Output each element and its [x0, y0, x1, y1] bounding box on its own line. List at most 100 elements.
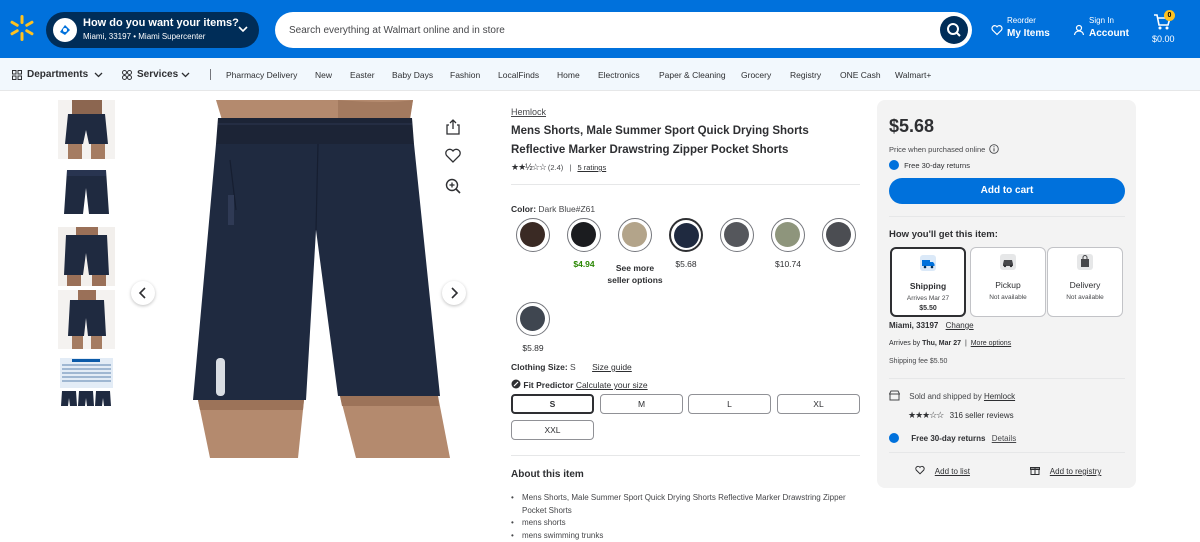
- user-icon: [1073, 24, 1085, 36]
- delivery-option[interactable]: Delivery Not available: [1047, 247, 1123, 317]
- thumbnail-5-size-chart[interactable]: [58, 356, 115, 415]
- more-options-link[interactable]: More options: [971, 340, 1011, 347]
- size-value: S: [570, 362, 576, 372]
- fit-predictor-row: Fit Predictor Calculate your size: [511, 379, 648, 390]
- seller-reviews: 316 seller reviews: [949, 411, 1014, 420]
- size-label: Clothing Size:: [511, 362, 568, 372]
- how-you-get-heading: How you'll get this item:: [889, 229, 998, 240]
- ratings-link[interactable]: 5 ratings: [577, 163, 606, 172]
- thumbnail-1[interactable]: [58, 100, 115, 159]
- next-image-button[interactable]: [442, 281, 466, 305]
- walmart-spark-logo[interactable]: [8, 14, 36, 42]
- nav-link-baby-days[interactable]: Baby Days: [392, 70, 433, 80]
- list-item: mens swimming trunks: [511, 530, 851, 542]
- color-swatch[interactable]: [567, 218, 601, 252]
- add-to-list-button[interactable]: Add to list: [915, 465, 970, 476]
- location-picker[interactable]: How do you want your items? Miami, 33197…: [46, 12, 259, 48]
- services-menu[interactable]: Services: [137, 69, 178, 80]
- size-option-s[interactable]: S: [511, 394, 594, 414]
- add-to-list-label: Add to list: [934, 467, 970, 476]
- color-value: Dark Blue#Z61: [538, 204, 596, 214]
- nav-link-new[interactable]: New: [315, 70, 332, 80]
- main-product-image[interactable]: [188, 100, 459, 458]
- nav-link-grocery[interactable]: Grocery: [741, 70, 771, 80]
- cart-count-badge: 0: [1164, 10, 1175, 21]
- search-input[interactable]: [289, 21, 929, 39]
- search-button[interactable]: [940, 16, 968, 44]
- nav-link-paper-cleaning[interactable]: Paper & Cleaning: [659, 70, 726, 80]
- sold-by-prefix: Sold and shipped by: [909, 392, 982, 401]
- chevron-down-icon: [238, 26, 248, 33]
- free-returns-row: Free 30-day returns: [889, 160, 970, 170]
- add-to-registry-button[interactable]: Add to registry: [1030, 465, 1101, 476]
- size-option-xxl[interactable]: XXL: [511, 420, 594, 440]
- nav-link-home[interactable]: Home: [557, 70, 580, 80]
- account-label: Account: [1089, 28, 1129, 39]
- returns-details-link[interactable]: Details: [992, 434, 1016, 443]
- seller-link[interactable]: Hemlock: [984, 392, 1015, 401]
- color-swatch[interactable]: [822, 218, 856, 252]
- sold-by-row: Sold and shipped by Hemlock: [888, 390, 1015, 401]
- about-this-item-heading: About this item: [511, 469, 584, 480]
- divider: [889, 378, 1125, 379]
- my-items-label: My Items: [1007, 28, 1050, 39]
- nav-link-one-cash[interactable]: ONE Cash: [840, 70, 881, 80]
- returns-row: Free 30-day returns Details: [889, 433, 1016, 443]
- reorder-my-items[interactable]: Reorder My Items: [991, 16, 1061, 44]
- price: $5.68: [889, 116, 935, 136]
- store-icon: [888, 390, 901, 401]
- swatch-price: $10.74: [775, 259, 801, 269]
- delivery-location-row: Miami, 33197 Change: [889, 321, 974, 330]
- location-title: How do you want your items?: [83, 17, 239, 29]
- brand-link[interactable]: Hemlock: [511, 107, 546, 117]
- change-location-link[interactable]: Change: [946, 321, 974, 330]
- color-swatch[interactable]: [618, 218, 652, 252]
- previous-image-button[interactable]: [131, 281, 155, 305]
- favorite-button[interactable]: [443, 146, 463, 166]
- returns-icon: [889, 160, 899, 170]
- size-option-xl[interactable]: XL: [777, 394, 860, 414]
- size-option-l[interactable]: L: [688, 394, 771, 414]
- color-swatch[interactable]: [516, 302, 550, 336]
- shipping-truck-icon: [920, 255, 936, 271]
- arrival-row: Arrives by Thu, Mar 27 | More options: [889, 340, 1012, 347]
- zoom-button[interactable]: [443, 176, 463, 196]
- nav-link-easter[interactable]: Easter: [350, 70, 375, 80]
- location-subtitle: Miami, 33197 • Miami Supercenter: [83, 32, 206, 41]
- color-swatch-selected[interactable]: [669, 218, 703, 252]
- nav-link-walmart-plus[interactable]: Walmart+: [895, 70, 931, 80]
- color-swatch[interactable]: [720, 218, 754, 252]
- nav-link-localfinds[interactable]: LocalFinds: [498, 70, 539, 80]
- shipping-option[interactable]: Shipping Arrives Mar 27 $5.50: [890, 247, 966, 317]
- nav-link-fashion[interactable]: Fashion: [450, 70, 480, 80]
- delivery-location: Miami, 33197: [889, 321, 939, 330]
- share-button[interactable]: [443, 117, 463, 137]
- color-swatch[interactable]: [771, 218, 805, 252]
- size-guide-link[interactable]: Size guide: [592, 362, 632, 372]
- departments-menu[interactable]: Departments: [27, 69, 88, 80]
- add-to-cart-button[interactable]: Add to cart: [889, 178, 1125, 204]
- services-icon: [122, 70, 132, 80]
- color-swatch[interactable]: [516, 218, 550, 252]
- pickup-option[interactable]: Pickup Not available: [970, 247, 1046, 317]
- thumbnail-2[interactable]: [58, 164, 115, 223]
- about-bullets: Mens Shorts, Male Summer Sport Quick Dry…: [511, 492, 851, 542]
- size-option-m[interactable]: M: [600, 394, 683, 414]
- price-note-row: Price when purchased online: [889, 144, 1000, 154]
- calculate-size-link[interactable]: Calculate your size: [576, 380, 648, 390]
- cart-total[interactable]: $0.00: [1152, 34, 1175, 44]
- top-header: How do you want your items? Miami, 33197…: [0, 0, 1200, 58]
- info-icon[interactable]: [989, 144, 1000, 154]
- nav-link-pharmacy-delivery[interactable]: Pharmacy Delivery: [226, 70, 297, 80]
- thumbnail-4[interactable]: [58, 290, 115, 349]
- thumbnail-3[interactable]: [58, 227, 115, 286]
- chevron-down-icon: [181, 72, 190, 78]
- nav-link-electronics[interactable]: Electronics: [598, 70, 640, 80]
- returns-label: Free 30-day returns: [911, 434, 986, 443]
- list-item: Mens Shorts, Male Summer Sport Quick Dry…: [511, 492, 851, 517]
- rating-value: (2.4): [547, 163, 564, 172]
- rating-row: ★★½☆☆ (2.4) | 5 ratings: [511, 162, 607, 172]
- sign-in-account[interactable]: Sign In Account: [1073, 16, 1138, 44]
- add-to-registry-label: Add to registry: [1049, 467, 1102, 476]
- nav-link-registry[interactable]: Registry: [790, 70, 821, 80]
